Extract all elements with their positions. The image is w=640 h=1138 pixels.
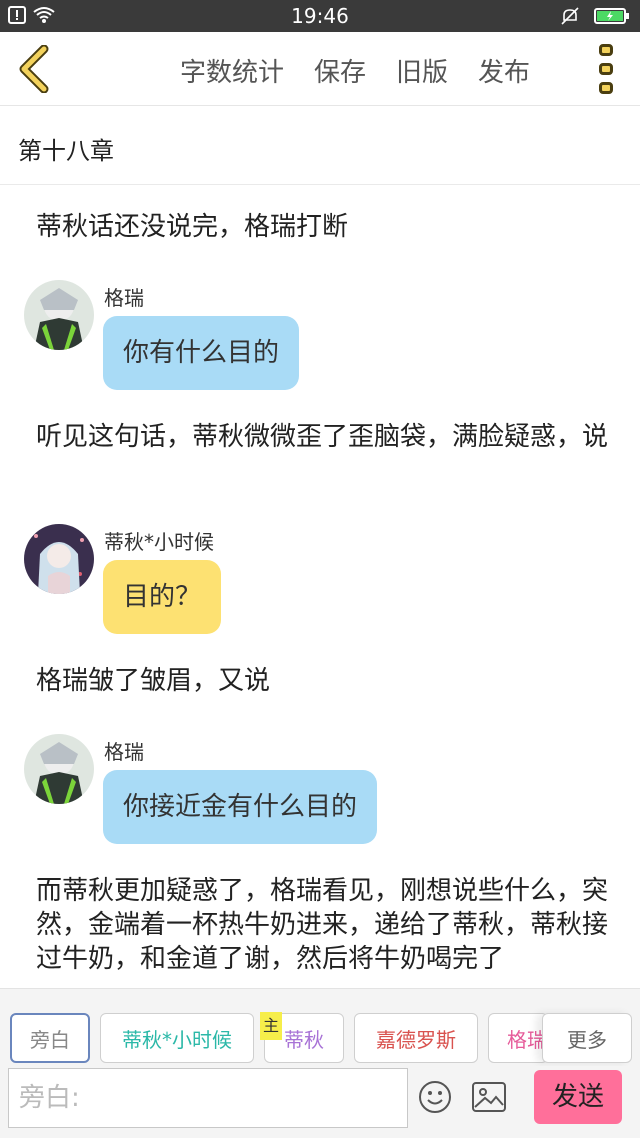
send-button[interactable]: 发送 (534, 1070, 622, 1124)
character-label: 格瑞 (507, 1027, 547, 1052)
image-button[interactable] (472, 1082, 506, 1112)
narration-line[interactable]: 蒂秋话还没说完，格瑞打断 (36, 210, 612, 244)
character-label: 蒂秋 (284, 1027, 324, 1052)
battery-icon (594, 8, 629, 24)
speaker-name: 格瑞 (104, 286, 144, 310)
top-toolbar: 字数统计 保存 旧版 发布 (0, 32, 640, 106)
character-selector: 旁白 蒂秋*小时候 蒂秋 嘉德罗斯 格瑞 更多 (0, 988, 640, 1066)
dialogue-bubble[interactable]: 你有什么目的 (103, 316, 300, 390)
speaker-name: 蒂秋*小时候 (104, 530, 214, 554)
dialogue-bubble[interactable]: 目的？ (103, 560, 222, 634)
narration-line[interactable]: 而蒂秋更加疑惑了，格瑞看见，刚想说些什么，突然，金端着一杯热牛奶进来，递给了蒂秋… (36, 874, 612, 976)
emoji-button[interactable] (418, 1080, 452, 1114)
character-button-diqiu-child[interactable]: 蒂秋*小时候 (100, 1013, 254, 1063)
character-label: 蒂秋*小时候 (122, 1027, 232, 1052)
message-input-box[interactable] (8, 1068, 408, 1128)
speaker-name: 格瑞 (104, 740, 144, 764)
narration-line[interactable]: 格瑞皱了皱眉，又说 (36, 664, 612, 698)
status-bar: 19:46 (0, 0, 640, 32)
narration-line[interactable]: 听见这句话，蒂秋微微歪了歪脑袋，满脸疑惑，说 (36, 420, 612, 454)
more-label: 更多 (567, 1027, 607, 1052)
character-button-jiadeluosi[interactable]: 嘉德罗斯 (354, 1013, 478, 1063)
status-icons-right (560, 6, 630, 26)
character-label: 旁白 (30, 1027, 70, 1052)
save-button[interactable]: 保存 (314, 52, 366, 89)
dialogue-bubble[interactable]: 你接近金有什么目的 (103, 770, 378, 844)
toolbar-actions: 字数统计 保存 旧版 发布 (180, 52, 560, 89)
chapter-title-field[interactable]: 第十八章 (0, 107, 640, 185)
chapter-title: 第十八章 (18, 137, 114, 165)
back-button[interactable] (14, 44, 54, 94)
story-content[interactable]: 蒂秋话还没说完，格瑞打断 格瑞 你有什么目的 听见这句话，蒂秋微微歪了歪脑袋，满… (0, 186, 640, 988)
menu-dot-icon (599, 82, 613, 94)
avatar-gerui[interactable] (24, 734, 94, 804)
menu-dot-icon (599, 44, 613, 56)
character-button-gerui[interactable]: 格瑞 (488, 1013, 548, 1063)
character-label: 嘉德罗斯 (376, 1027, 456, 1052)
publish-button[interactable]: 发布 (478, 52, 530, 89)
message-input[interactable] (9, 1069, 407, 1127)
avatar-gerui[interactable] (24, 280, 94, 350)
avatar-diqiu-child-image (24, 524, 94, 594)
menu-dot-icon (599, 63, 613, 75)
mute-icon (561, 7, 579, 25)
avatar-gerui-image (24, 734, 94, 804)
clock: 19:46 (291, 4, 349, 28)
avatar-diqiu-child[interactable] (24, 524, 94, 594)
chevron-left-icon (19, 45, 49, 93)
word-count-button[interactable]: 字数统计 (180, 52, 284, 89)
more-characters-button[interactable]: 更多 (542, 1013, 632, 1063)
emoji-icon (419, 1081, 451, 1113)
image-icon (472, 1082, 506, 1112)
avatar-gerui-image (24, 280, 94, 350)
character-button-narrator[interactable]: 旁白 (10, 1013, 90, 1063)
main-character-badge: 主 (260, 1012, 282, 1040)
more-menu-button[interactable] (596, 44, 616, 94)
old-version-button[interactable]: 旧版 (396, 52, 448, 89)
input-bar: 发送 (0, 1066, 640, 1138)
